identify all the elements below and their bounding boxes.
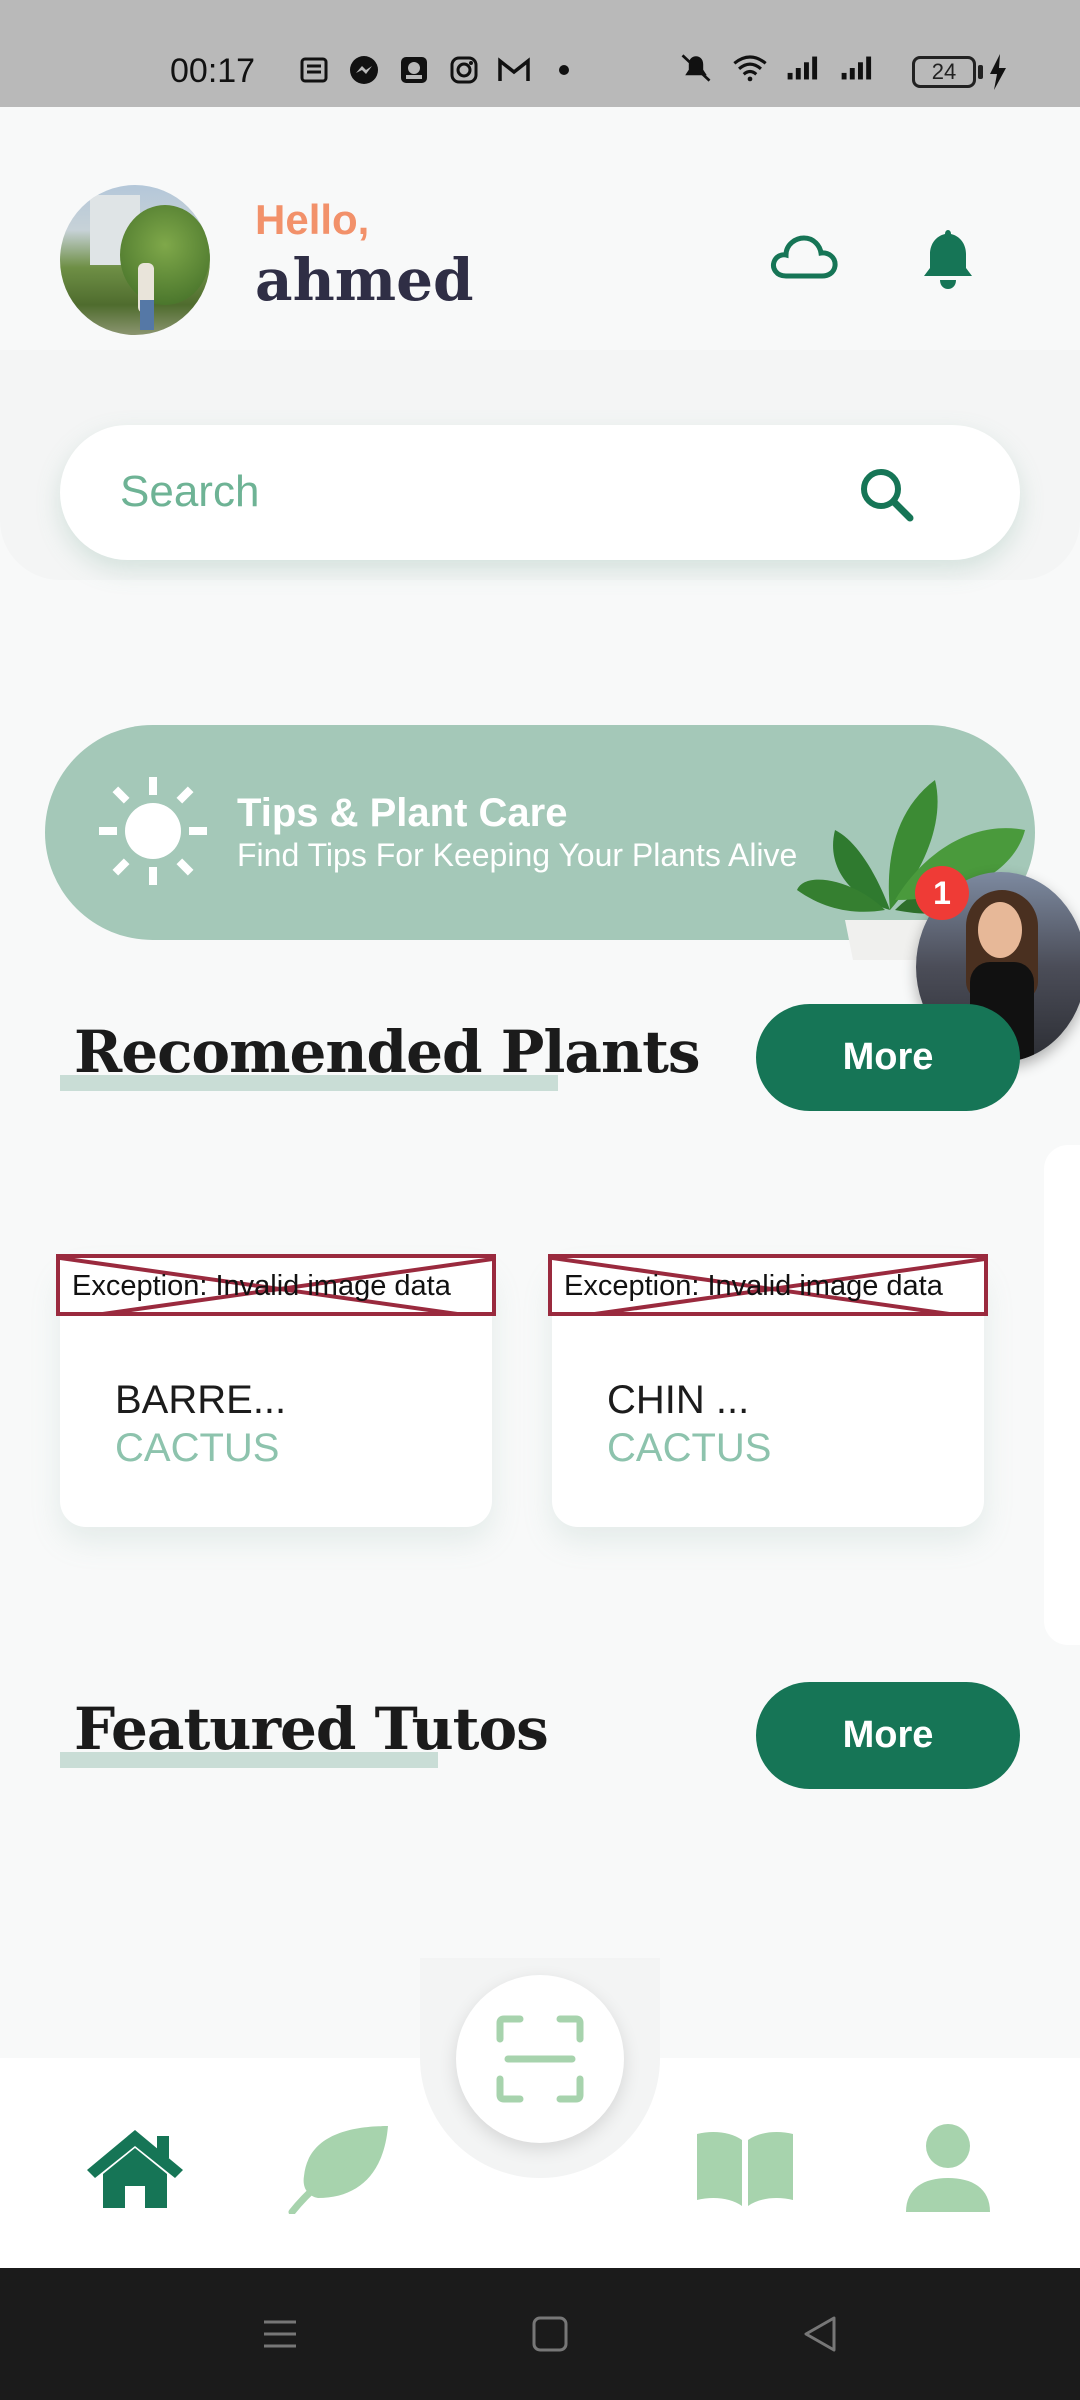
signal-icon-2 (840, 50, 876, 86)
search-icon[interactable] (855, 463, 919, 527)
featured-more-button[interactable]: More (756, 1682, 1020, 1789)
book-icon (697, 2132, 793, 2206)
scan-button[interactable] (456, 1975, 624, 2143)
search-input[interactable] (120, 459, 820, 525)
plant-cards-list[interactable]: Exception: Invalid image data BARRE... C… (0, 1145, 1080, 1665)
avatar[interactable] (60, 185, 210, 335)
signal-icon (786, 50, 822, 86)
back-icon[interactable] (794, 2308, 846, 2360)
charging-icon (988, 52, 1008, 97)
nav-plants[interactable] (285, 2118, 395, 2218)
messenger-icon (346, 52, 382, 88)
system-nav-bar (0, 2268, 1080, 2400)
nav-profile[interactable] (893, 2118, 1003, 2218)
bell-icon[interactable] (920, 226, 976, 292)
recommended-title: Recomended Plants (74, 1018, 701, 1086)
image-error-text: Exception: Invalid image data (72, 1270, 451, 1302)
system-icons (678, 50, 876, 86)
leaf-icon (288, 2126, 388, 2214)
nav-home[interactable] (80, 2118, 190, 2218)
home-button-icon[interactable] (524, 2308, 576, 2360)
dot-icon (546, 52, 582, 88)
battery-tip (978, 65, 983, 79)
battery-icon: 24 (912, 56, 976, 88)
profile-icon (906, 2124, 990, 2212)
featured-title: Featured Tutos (74, 1695, 549, 1763)
scroll-edge (1044, 1145, 1080, 1645)
username: ahmed (255, 246, 474, 314)
mute-icon (678, 50, 714, 86)
plant-name: CHIN ... (607, 1378, 750, 1422)
photo-app-icon (396, 52, 432, 88)
plant-card[interactable]: Exception: Invalid image data CHIN ... C… (548, 1254, 988, 1527)
gmail-icon (496, 52, 532, 88)
recommended-more-button[interactable]: More (756, 1004, 1020, 1111)
instagram-icon (446, 52, 482, 88)
status-bar: 00:17 24 (0, 0, 1080, 107)
notification-icons (296, 52, 582, 88)
home-icon (87, 2130, 183, 2208)
greeting-text: Hello, (255, 196, 370, 243)
tips-subtitle: Find Tips For Keeping Your Plants Alive (237, 837, 798, 873)
image-error: Exception: Invalid image data (56, 1254, 496, 1316)
search-bar[interactable] (60, 425, 1020, 560)
news-icon (296, 52, 332, 88)
plant-category: CACTUS (115, 1426, 280, 1470)
cloud-icon[interactable] (768, 232, 840, 284)
image-error: Exception: Invalid image data (548, 1254, 988, 1316)
tips-title: Tips & Plant Care (237, 791, 568, 835)
chat-badge: 1 (915, 866, 969, 920)
status-time: 00:17 (170, 52, 256, 90)
menu-icon[interactable] (254, 2308, 306, 2360)
tips-banner[interactable]: Tips & Plant Care Find Tips For Keeping … (45, 725, 1035, 960)
wifi-icon (732, 50, 768, 86)
plant-name: BARRE... (115, 1378, 287, 1422)
plant-category: CACTUS (607, 1426, 772, 1470)
scan-icon (494, 2013, 586, 2105)
sun-icon (95, 773, 211, 889)
plant-card[interactable]: Exception: Invalid image data BARRE... C… (56, 1254, 496, 1527)
image-error-text: Exception: Invalid image data (564, 1270, 943, 1302)
nav-guides[interactable] (690, 2118, 800, 2218)
